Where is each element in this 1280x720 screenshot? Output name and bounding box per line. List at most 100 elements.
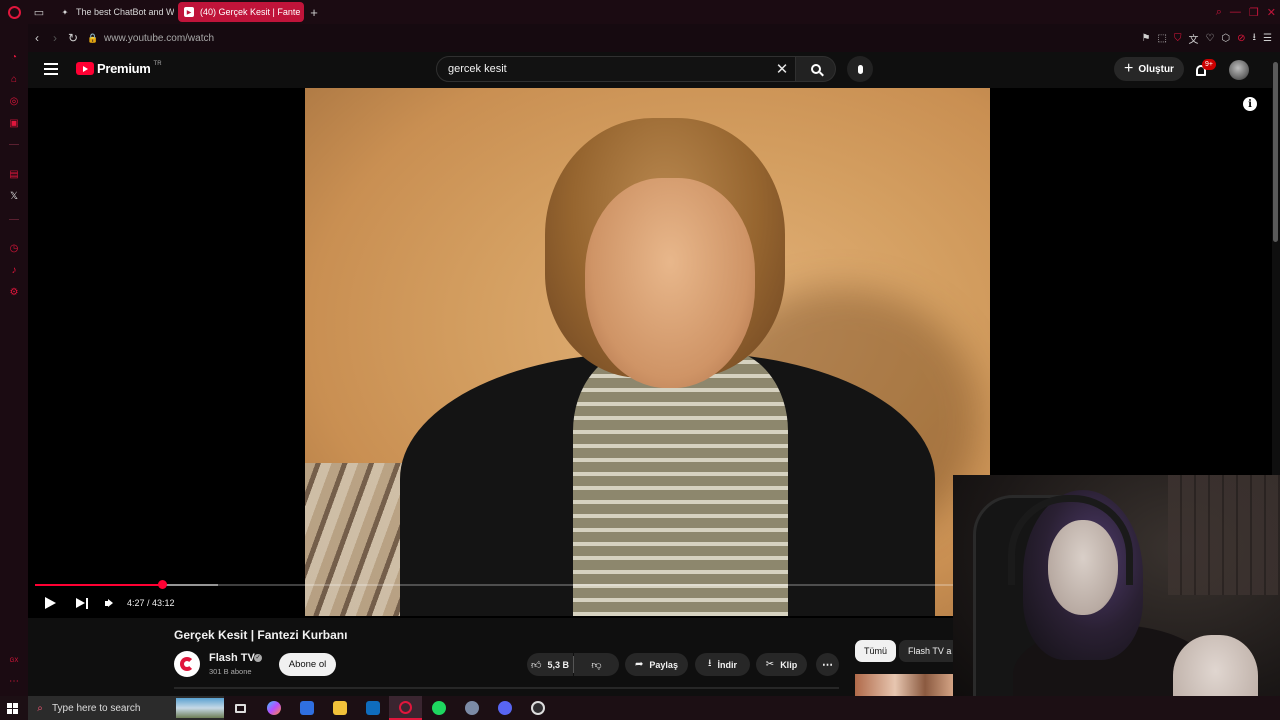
windows-start-icon[interactable]: [0, 696, 24, 720]
channel-avatar[interactable]: [174, 651, 200, 677]
maximize-button[interactable]: ❐: [1249, 6, 1259, 19]
vpn-icon[interactable]: ⛉: [1174, 33, 1182, 44]
file-explorer-icon[interactable]: [323, 696, 356, 720]
minimize-button[interactable]: —: [1230, 6, 1241, 18]
progress-bar[interactable]: [35, 580, 959, 589]
taskbar-search-placeholder: Type here to search: [52, 702, 141, 714]
music-icon[interactable]: ♪: [7, 263, 21, 277]
scrollbar-thumb[interactable]: [1273, 62, 1278, 242]
more-actions-icon[interactable]: ⋯: [816, 653, 839, 676]
copilot-icon[interactable]: [257, 696, 290, 720]
time-display: 4:27 / 43:12: [127, 598, 175, 608]
search-input[interactable]: gercek kesit ✕: [436, 56, 796, 82]
search-icon: ⌕: [37, 702, 43, 714]
create-label: Oluştur: [1138, 63, 1174, 75]
scrubber-handle[interactable]: [157, 580, 167, 589]
outlook-icon[interactable]: [356, 696, 389, 720]
instagram-icon[interactable]: ◎: [7, 94, 21, 108]
x-icon[interactable]: 𝕏: [7, 189, 21, 203]
download-button[interactable]: ⭳ İndir: [695, 653, 750, 676]
youtube-icon: ▶: [184, 7, 194, 17]
menu-icon[interactable]: ☰: [1263, 33, 1272, 44]
chip-channel[interactable]: Flash TV a: [899, 640, 959, 662]
bookmark-icon[interactable]: ⚑: [1142, 33, 1151, 44]
like-button[interactable]: 👍︎ 5,3 B: [527, 653, 573, 676]
logo-text: Premium: [97, 61, 151, 76]
thumbs-up-icon: 👍︎: [531, 659, 542, 671]
next-icon[interactable]: [76, 597, 88, 609]
extension-icons: ⚑ ⬚ ⛉ 文 ♡ ⬡ ⊘ ⭳ ☰: [1142, 24, 1272, 52]
share-icon: ➦: [635, 659, 644, 670]
extensions-icon[interactable]: ⬡: [1221, 33, 1230, 44]
store-icon[interactable]: [290, 696, 323, 720]
plus-icon: +: [1124, 60, 1134, 77]
subscribe-button[interactable]: Abone ol: [279, 653, 336, 676]
twitch-icon[interactable]: ▤: [7, 167, 21, 181]
video-frame[interactable]: [305, 88, 990, 616]
app-icon[interactable]: [455, 696, 488, 720]
scissors-icon: ✂: [765, 659, 775, 670]
more-icon[interactable]: ⋯: [7, 674, 21, 688]
clip-button[interactable]: ✂ Klip: [756, 653, 807, 676]
tab-chatbot[interactable]: ✦ The best ChatBot and Wri: [54, 2, 174, 22]
translate-icon[interactable]: 文: [1188, 31, 1198, 46]
back-icon[interactable]: ‹: [28, 24, 46, 52]
forward-icon[interactable]: ›: [46, 24, 64, 52]
url-field[interactable]: www.youtube.com/watch: [104, 33, 214, 44]
play-icon[interactable]: [45, 597, 56, 609]
country-code: TR: [153, 61, 162, 67]
heart-icon[interactable]: ♡: [1205, 33, 1214, 44]
new-tab-button[interactable]: +: [304, 5, 324, 20]
search-icon: [810, 64, 821, 74]
thumbs-down-icon: 👎︎: [591, 659, 602, 671]
dislike-button[interactable]: 👎︎: [574, 653, 619, 676]
played-bar: [35, 584, 162, 586]
opera-gx-taskbar-icon[interactable]: [389, 696, 422, 720]
lock-icon: 🔒: [87, 32, 99, 43]
download-icon[interactable]: ⭳: [1253, 30, 1257, 47]
settings-icon[interactable]: ⚙: [7, 285, 21, 299]
task-view-icon[interactable]: [224, 696, 257, 720]
close-button[interactable]: ✕: [1267, 6, 1276, 19]
workspaces-icon[interactable]: ⌂: [7, 72, 21, 86]
adblock-icon[interactable]: ⊘: [1237, 33, 1245, 44]
search-query[interactable]: gercek kesit: [448, 63, 769, 75]
search-highlight-image: [176, 698, 224, 718]
download-label: İndir: [717, 659, 738, 670]
messenger-icon[interactable]: ▣: [7, 116, 21, 130]
opera-logo-icon[interactable]: [0, 0, 28, 24]
history-icon[interactable]: ◷: [7, 241, 21, 255]
tab-title: (40) Gerçek Kesit | Fante: [200, 7, 301, 17]
search-tabs-icon[interactable]: ⌕: [1216, 6, 1222, 19]
account-avatar[interactable]: [1229, 60, 1249, 80]
chatgpt-icon: ✦: [61, 7, 69, 17]
reload-icon[interactable]: ↻: [64, 24, 82, 52]
tab-youtube[interactable]: ▶ (40) Gerçek Kesit | Fante: [178, 2, 304, 22]
search-button[interactable]: [796, 56, 836, 82]
subscriber-count: 301 B abone: [209, 667, 252, 676]
info-icon[interactable]: i: [1243, 97, 1257, 111]
recommendation-thumbnail[interactable]: [855, 674, 955, 696]
mic-icon: [857, 64, 863, 74]
hamburger-menu-icon[interactable]: [44, 63, 58, 75]
share-button[interactable]: ➦ Paylaş: [625, 653, 688, 676]
voice-search-button[interactable]: [847, 56, 873, 82]
volume-icon[interactable]: [105, 599, 113, 607]
create-button[interactable]: + Oluştur: [1114, 57, 1184, 81]
channel-name[interactable]: Flash TV: [209, 652, 255, 664]
taskbar-search[interactable]: ⌕ Type here to search: [28, 696, 224, 720]
address-bar: ‹ › ↻ 🔒 www.youtube.com/watch ⚑ ⬚ ⛉ 文 ♡ …: [28, 24, 1280, 52]
snapshot-icon[interactable]: ⬚: [1157, 33, 1166, 44]
discord-icon[interactable]: [488, 696, 521, 720]
spotify-icon[interactable]: [422, 696, 455, 720]
tab-overview-icon[interactable]: ▭: [28, 0, 50, 24]
notification-badge: 9+: [1202, 59, 1216, 70]
tab-title: The best ChatBot and Wri: [76, 7, 174, 17]
aria-icon[interactable]: ◔: [7, 50, 21, 64]
youtube-logo[interactable]: Premium TR: [76, 61, 162, 76]
gx-icon[interactable]: GX: [7, 654, 21, 668]
obs-icon[interactable]: [521, 696, 554, 720]
chip-all[interactable]: Tümü: [855, 640, 897, 662]
clear-search-icon[interactable]: ✕: [769, 60, 795, 78]
verified-icon: ✓: [254, 654, 262, 662]
